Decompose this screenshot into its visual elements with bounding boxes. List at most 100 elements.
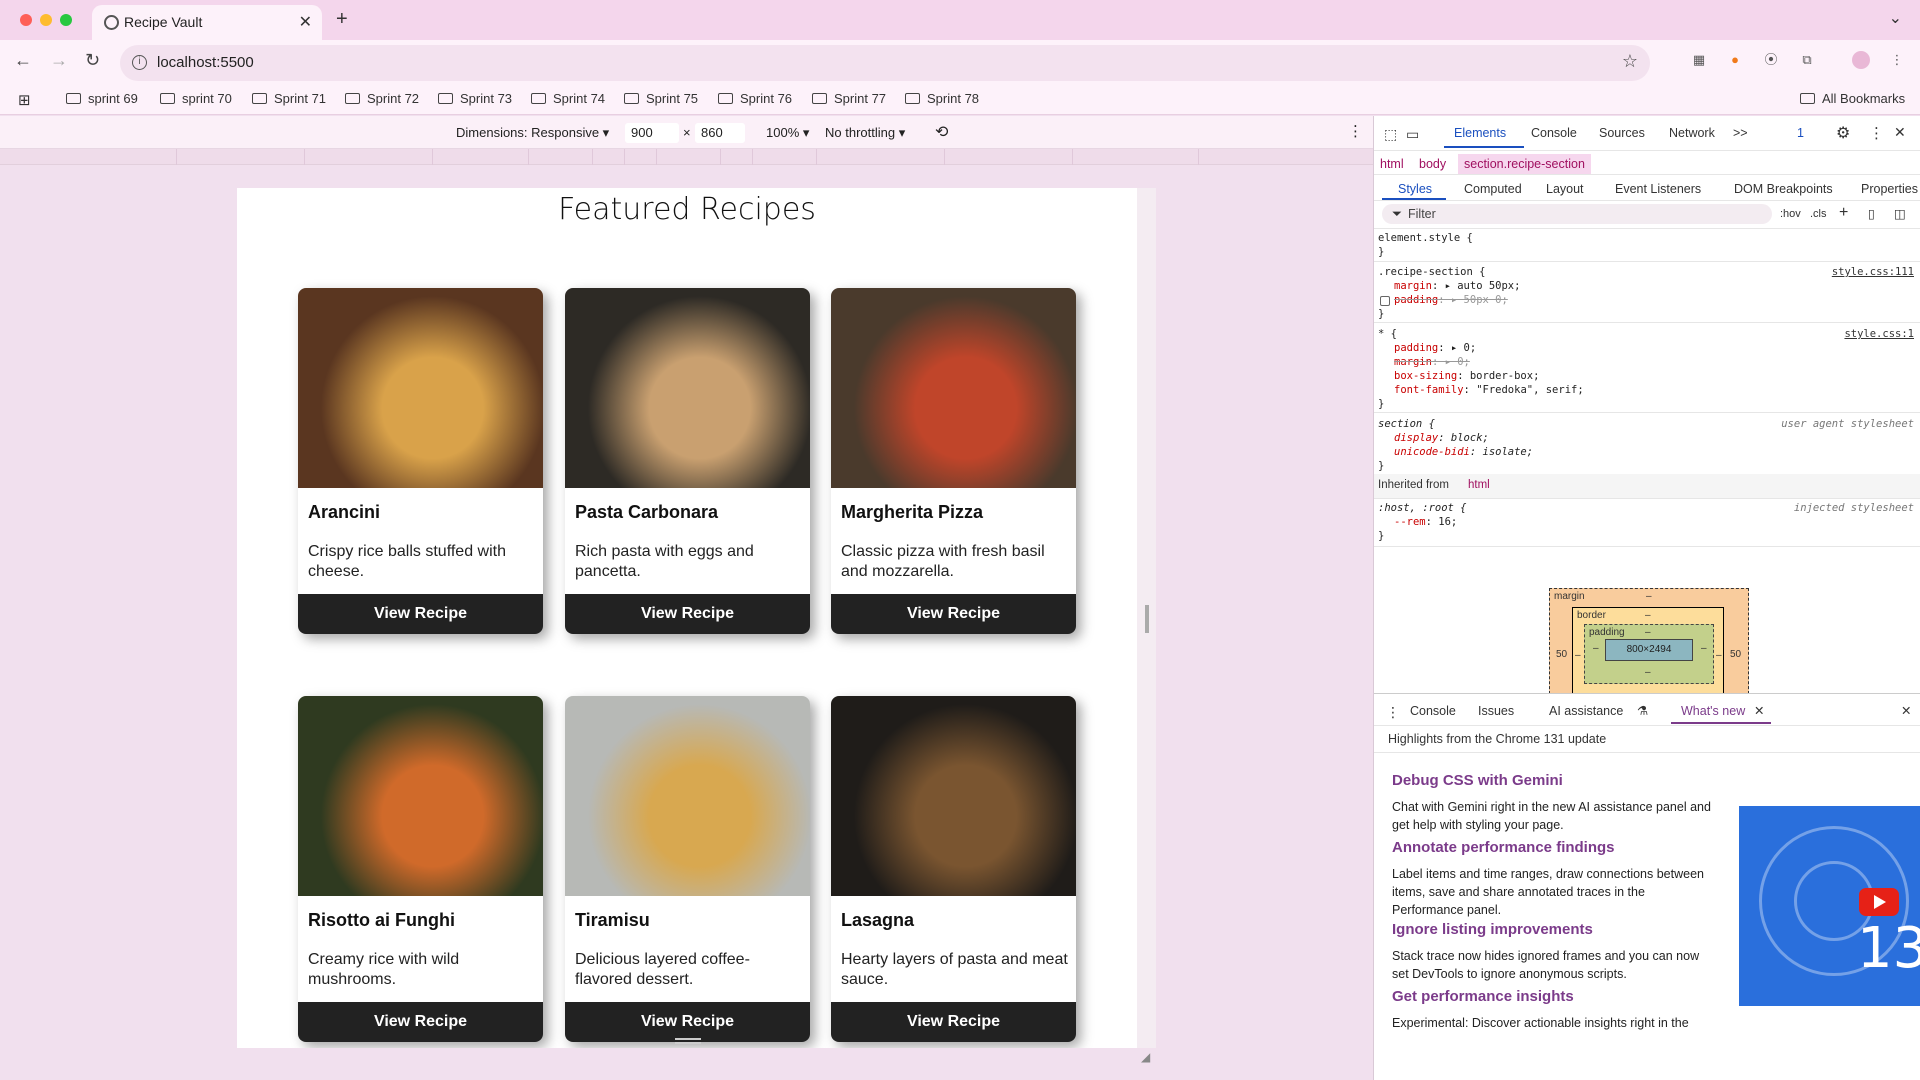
breadcrumb-html[interactable]: html	[1380, 157, 1404, 171]
site-info-icon[interactable]: i	[132, 55, 147, 70]
css-property-name: padding	[1394, 342, 1439, 354]
whats-new-heading[interactable]: Ignore listing improvements	[1392, 921, 1593, 938]
rotate-icon[interactable]: ⟲	[935, 122, 948, 142]
menu-icon[interactable]: ⋮	[1888, 51, 1906, 69]
hov-toggle[interactable]: :hov	[1780, 208, 1801, 220]
youtube-play-icon[interactable]	[1859, 888, 1899, 916]
property-checkbox[interactable]	[1380, 296, 1390, 306]
gear-icon[interactable]: ⚙	[1836, 123, 1850, 143]
subtab-dom-breakpoints[interactable]: DOM Breakpoints	[1734, 182, 1833, 196]
bookmark-folder[interactable]: Sprint 71	[252, 91, 326, 106]
view-recipe-button[interactable]: View Recipe	[565, 1002, 810, 1042]
view-recipe-button[interactable]: View Recipe	[298, 1002, 543, 1042]
drawer-tab-whats-new[interactable]: What's new	[1681, 704, 1745, 718]
view-recipe-button[interactable]: View Recipe	[831, 594, 1076, 634]
subtab-event-listeners[interactable]: Event Listeners	[1615, 182, 1701, 196]
bookmark-folder[interactable]: Sprint 77	[812, 91, 886, 106]
device-toggle-icon[interactable]: ▭	[1406, 126, 1419, 143]
zoom-select[interactable]: 100% ▾	[766, 125, 809, 141]
more-options-icon[interactable]: ⋮	[1348, 122, 1363, 140]
tab-console[interactable]: Console	[1531, 126, 1577, 140]
height-input[interactable]: 860	[695, 123, 745, 143]
paint-icon[interactable]: ▯	[1868, 206, 1875, 221]
css-property[interactable]: --rem: 16;	[1394, 516, 1457, 528]
whats-new-video-thumbnail[interactable]: 13	[1739, 806, 1920, 1006]
side-resize-handle[interactable]	[1145, 605, 1149, 633]
subtab-properties[interactable]: Properties	[1861, 182, 1918, 196]
extension-icon[interactable]: ▦	[1690, 51, 1708, 69]
forward-button[interactable]: →	[50, 50, 68, 71]
more-options-icon[interactable]: ⋮	[1869, 124, 1884, 142]
css-property[interactable]: margin: ▸ auto 50px;	[1394, 280, 1520, 292]
bookmark-label: Sprint 71	[274, 91, 327, 106]
maximize-window-button[interactable]	[60, 14, 72, 26]
throttling-select[interactable]: No throttling ▾	[825, 125, 905, 141]
bottom-resize-handle[interactable]	[675, 1038, 701, 1044]
address-bar[interactable]: i localhost:5500 ☆	[120, 45, 1650, 81]
bookmark-folder[interactable]: Sprint 78	[905, 91, 979, 106]
css-property[interactable]: padding: ▸ 50px 0;	[1394, 294, 1508, 306]
css-property-name: unicode-bidi	[1394, 446, 1470, 458]
drawer-menu-icon[interactable]: ⋮	[1386, 704, 1400, 721]
minimize-window-button[interactable]	[40, 14, 52, 26]
css-property[interactable]: padding: ▸ 0;	[1394, 342, 1476, 354]
more-tabs-icon[interactable]: >>	[1733, 126, 1748, 140]
stylesheet-link[interactable]: style.css:1	[1844, 328, 1914, 340]
extension-icon[interactable]: ⦿	[1762, 51, 1780, 69]
bookmark-folder[interactable]: Sprint 73	[438, 91, 512, 106]
corner-resize-handle[interactable]: ◢	[1141, 1050, 1150, 1064]
stylesheet-link[interactable]: style.css:111	[1832, 266, 1914, 278]
bookmark-folder[interactable]: Sprint 74	[531, 91, 605, 106]
add-rule-icon[interactable]: +	[1839, 204, 1848, 222]
breadcrumb-body[interactable]: body	[1419, 157, 1446, 171]
whats-new-heading[interactable]: Get performance insights	[1392, 988, 1574, 1005]
view-recipe-button[interactable]: View Recipe	[298, 594, 543, 634]
subtab-styles[interactable]: Styles	[1398, 182, 1432, 196]
tab-network[interactable]: Network	[1669, 126, 1715, 140]
subtab-computed[interactable]: Computed	[1464, 182, 1522, 196]
bookmark-star-icon[interactable]: ☆	[1622, 51, 1638, 72]
chevron-down-icon[interactable]: ⌄	[1889, 8, 1902, 28]
breadcrumb-section[interactable]: section.recipe-section	[1458, 154, 1591, 174]
sidebar-toggle-icon[interactable]: ◫	[1894, 206, 1906, 221]
whats-new-heading[interactable]: Debug CSS with Gemini	[1392, 772, 1563, 789]
all-bookmarks[interactable]: All Bookmarks	[1800, 91, 1905, 106]
bookmark-folder[interactable]: Sprint 72	[345, 91, 419, 106]
css-property[interactable]: box-sizing: border-box;	[1394, 370, 1539, 382]
cls-toggle[interactable]: .cls	[1810, 208, 1827, 220]
inspect-element-icon[interactable]: ⬚	[1384, 126, 1397, 143]
bookmark-folder[interactable]: sprint 69	[66, 91, 138, 106]
dimensions-select[interactable]: Dimensions: Responsive ▾	[456, 125, 609, 141]
view-recipe-button[interactable]: View Recipe	[831, 1002, 1076, 1042]
drawer-tab-console[interactable]: Console	[1410, 704, 1456, 718]
bookmark-folder[interactable]: sprint 70	[160, 91, 232, 106]
css-property[interactable]: font-family: "Fredoka", serif;	[1394, 384, 1584, 396]
close-drawer-icon[interactable]: ✕	[1901, 703, 1911, 718]
close-tab-icon[interactable]: ✕	[1754, 703, 1764, 718]
close-tab-icon[interactable]: ✕	[299, 12, 312, 32]
bookmark-folder[interactable]: Sprint 76	[718, 91, 792, 106]
browser-tab[interactable]: Recipe Vault ✕	[92, 5, 322, 40]
avatar[interactable]	[1852, 51, 1870, 69]
new-tab-button[interactable]: +	[336, 8, 348, 31]
reload-button[interactable]: ↻	[85, 50, 100, 71]
drawer-tab-issues[interactable]: Issues	[1478, 704, 1514, 718]
drawer-tab-ai-assistance[interactable]: AI assistance	[1549, 704, 1623, 718]
css-property[interactable]: margin: ▸ 0;	[1394, 356, 1470, 368]
extension-icon[interactable]: ●	[1726, 51, 1744, 69]
apps-icon[interactable]: ⊞	[18, 91, 31, 109]
tab-elements[interactable]: Elements	[1454, 126, 1506, 140]
width-input[interactable]: 900	[625, 123, 679, 143]
close-icon[interactable]: ✕	[1894, 124, 1906, 141]
issues-badge[interactable]: 1	[1797, 126, 1804, 140]
inherited-tag-link[interactable]: html	[1468, 479, 1490, 491]
whats-new-heading[interactable]: Annotate performance findings	[1392, 839, 1615, 856]
close-window-button[interactable]	[20, 14, 32, 26]
bookmark-folder[interactable]: Sprint 75	[624, 91, 698, 106]
tab-sources[interactable]: Sources	[1599, 126, 1645, 140]
styles-filter-input[interactable]: ⏷ Filter	[1382, 204, 1772, 224]
puzzle-icon[interactable]: ⧉	[1798, 51, 1816, 69]
back-button[interactable]: ←	[14, 50, 32, 71]
view-recipe-button[interactable]: View Recipe	[565, 594, 810, 634]
subtab-layout[interactable]: Layout	[1546, 182, 1584, 196]
